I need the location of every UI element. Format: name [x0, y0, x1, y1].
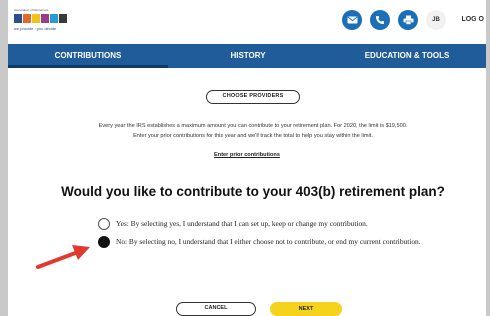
intro-text: Every year the IRS establishes a maximum…	[30, 121, 476, 141]
contribution-question: Would you like to contribute to your 403…	[61, 184, 445, 199]
no-option-text: No: By selecting no, I understand that I…	[116, 237, 421, 246]
choose-providers-button[interactable]: CHOOSE PROVIDERS	[206, 90, 300, 104]
company-logo[interactable]: Association of Retirement we provide · y…	[14, 8, 74, 36]
intro-line-1: Every year the IRS establishes a maximum…	[98, 123, 408, 129]
tab-education-tools[interactable]: EDUCATION & TOOLS	[328, 44, 486, 68]
top-bar: Association of Retirement we provide · y…	[8, 0, 486, 44]
yes-option-text: Yes: By selecting yes, I understand that…	[116, 219, 368, 228]
main-content: CHOOSE PROVIDERS Every year the IRS esta…	[8, 68, 486, 316]
header-actions: JB	[342, 10, 446, 30]
intro-line-2: Enter your prior contributions for this …	[133, 133, 373, 139]
tab-history[interactable]: HISTORY	[168, 44, 328, 68]
cancel-button[interactable]: CANCEL	[176, 302, 256, 316]
logout-link[interactable]: LOG O	[461, 16, 484, 23]
tab-contributions[interactable]: CONTRIBUTIONS	[8, 44, 168, 68]
red-arrow-icon	[36, 242, 94, 277]
no-radio[interactable]	[98, 236, 110, 248]
phone-icon[interactable]	[370, 10, 390, 30]
logo-tagline: we provide · you decide	[14, 26, 57, 31]
print-icon[interactable]	[398, 10, 418, 30]
app-window: Association of Retirement we provide · y…	[8, 0, 486, 316]
next-button[interactable]: NEXT	[270, 302, 342, 316]
logo-small-text: Association of Retirement	[14, 8, 49, 12]
yes-radio[interactable]	[98, 218, 110, 230]
enter-prior-contributions-link[interactable]: Enter prior contributions	[8, 152, 486, 158]
main-nav: CONTRIBUTIONS HISTORY EDUCATION & TOOLS	[8, 44, 486, 68]
mail-icon[interactable]	[342, 10, 362, 30]
logo-color-blocks	[14, 14, 67, 23]
user-avatar[interactable]: JB	[426, 10, 446, 30]
